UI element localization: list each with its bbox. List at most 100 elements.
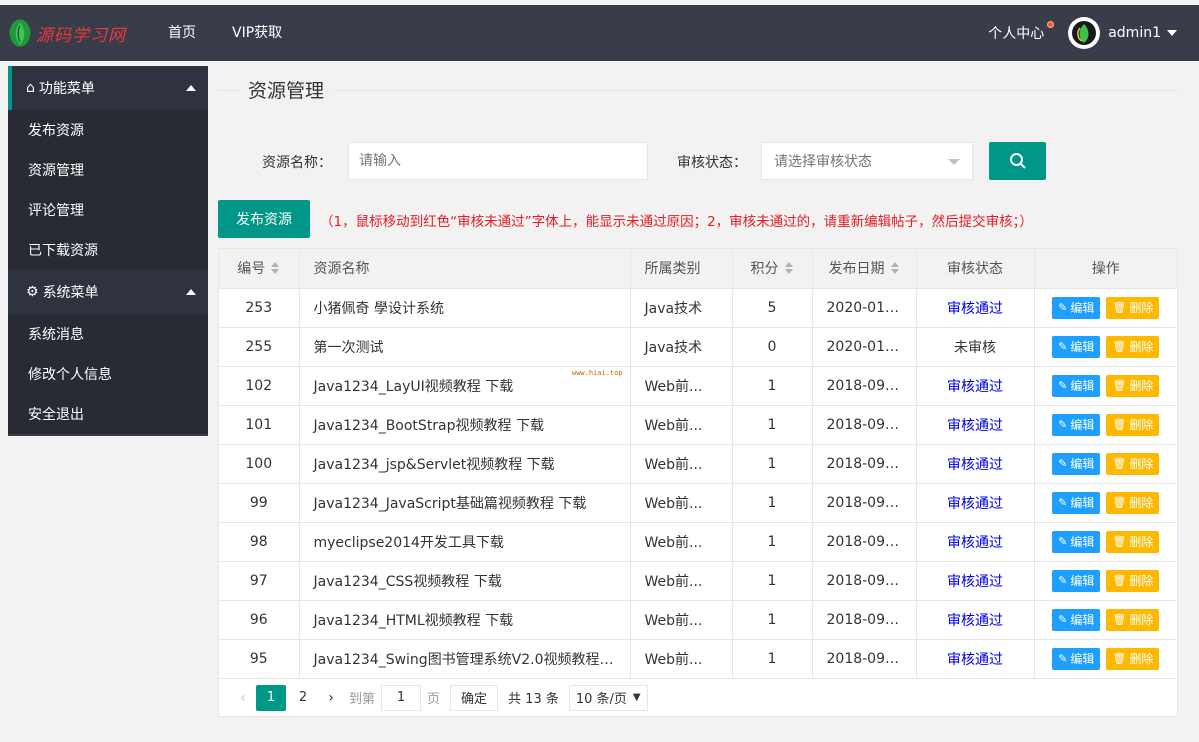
- cell-category: Web前...: [629, 404, 733, 445]
- delete-label: 删除: [1129, 613, 1154, 627]
- pencil-icon: ✎: [1058, 574, 1068, 587]
- edit-button[interactable]: ✎ 编辑: [1052, 335, 1101, 358]
- pencil-icon: ✎: [1058, 340, 1068, 353]
- edit-button[interactable]: ✎ 编辑: [1052, 413, 1101, 436]
- pencil-icon: ✎: [1058, 379, 1068, 392]
- nav-home[interactable]: 首页: [150, 5, 214, 61]
- page-size-select[interactable]: 10 条/页 ▼: [568, 684, 648, 711]
- cell-actions: ✎ 编辑 🗑 删除: [1033, 521, 1177, 562]
- col-header-points[interactable]: 积分: [731, 249, 813, 289]
- cell-name: Java1234_CSS视频教程 下载: [298, 560, 631, 601]
- trash-icon: 🗑: [1112, 574, 1127, 587]
- cell-status: 审核通过: [915, 599, 1035, 640]
- cell-category: Web前...: [629, 638, 733, 679]
- cell-date: 2018-09-11 ...: [811, 521, 917, 562]
- user-center-link[interactable]: 个人中心: [988, 21, 1055, 43]
- table-row: 100 Java1234_jsp&Servlet视频教程 下载 Web前... 1 20…: [219, 443, 1177, 484]
- next-page-icon[interactable]: ›: [319, 690, 343, 706]
- audit-status-label: 审核状态：: [677, 155, 747, 171]
- delete-label: 删除: [1129, 418, 1154, 432]
- delete-label: 删除: [1129, 379, 1154, 393]
- nav-vip[interactable]: VIP获取: [214, 5, 300, 61]
- logo-text: 源码学习网: [36, 25, 126, 46]
- delete-label: 删除: [1129, 652, 1154, 666]
- table-row: 102 Java1234_LayUI视频教程 下载 Web前... 1 2018-09-…: [219, 365, 1177, 406]
- col-header-date[interactable]: 发布日期: [811, 249, 917, 289]
- edit-button[interactable]: ✎ 编辑: [1052, 491, 1101, 514]
- prev-page-icon[interactable]: ‹: [231, 690, 255, 706]
- cell-category: Java技术: [629, 326, 733, 367]
- cell-category: Web前...: [629, 560, 733, 601]
- sidebar-item-publish[interactable]: 发布资源: [8, 110, 208, 150]
- edit-button[interactable]: ✎ 编辑: [1052, 608, 1101, 631]
- sort-icon[interactable]: [890, 262, 900, 275]
- sidebar-item-comment-manage[interactable]: 评论管理: [8, 190, 208, 230]
- resource-name-input[interactable]: [348, 142, 648, 180]
- cell-points: 1: [731, 521, 813, 562]
- sidebar-item-resource-manage[interactable]: 资源管理: [8, 150, 208, 190]
- search-button[interactable]: [989, 142, 1046, 180]
- resource-table: 编号 资源名称 所属类别 积分 发布日期 审核状态 操作 253 小猪佩奇 學设计…: [218, 248, 1178, 680]
- sidebar-item-downloaded[interactable]: 已下载资源: [8, 230, 208, 270]
- delete-button[interactable]: 🗑 删除: [1106, 335, 1160, 358]
- goto-page-input[interactable]: 1: [381, 684, 422, 711]
- edit-button[interactable]: ✎ 编辑: [1052, 374, 1101, 397]
- delete-button[interactable]: 🗑 删除: [1106, 413, 1160, 436]
- top-nav: 首页 VIP获取: [150, 5, 300, 61]
- cell-name: Java1234_Swing图书管理系统V2.0视频教程 ...: [298, 638, 631, 679]
- goto-confirm-button[interactable]: 确定: [450, 684, 499, 711]
- cell-actions: ✎ 编辑 🗑 删除: [1033, 482, 1177, 523]
- sort-icon[interactable]: [784, 262, 794, 275]
- menu-group-function[interactable]: ⌂ 功能菜单: [8, 66, 208, 110]
- cell-points: 1: [731, 482, 813, 523]
- delete-button[interactable]: 🗑 删除: [1106, 374, 1160, 397]
- edit-button[interactable]: ✎ 编辑: [1052, 296, 1101, 319]
- cell-points: 1: [731, 404, 813, 445]
- cell-actions: ✎ 编辑 🗑 删除: [1033, 638, 1177, 679]
- menu-group-system[interactable]: ⚙ 系统菜单: [8, 270, 208, 314]
- delete-label: 删除: [1129, 340, 1154, 354]
- cell-date: 2018-09-11 ...: [811, 404, 917, 445]
- delete-button[interactable]: 🗑 删除: [1106, 647, 1160, 670]
- edit-button[interactable]: ✎ 编辑: [1052, 569, 1101, 592]
- delete-button[interactable]: 🗑 删除: [1106, 530, 1160, 553]
- edit-button[interactable]: ✎ 编辑: [1052, 452, 1101, 475]
- delete-button[interactable]: 🗑 删除: [1106, 296, 1160, 319]
- sidebar-item-logout[interactable]: 安全退出: [8, 394, 208, 434]
- delete-button[interactable]: 🗑 删除: [1106, 608, 1160, 631]
- cell-name: 第一次测试: [298, 326, 631, 367]
- cell-points: 1: [731, 638, 813, 679]
- sidebar-item-profile[interactable]: 修改个人信息: [8, 354, 208, 394]
- cell-date: 2018-09-11 ...: [811, 560, 917, 601]
- sort-icon[interactable]: [271, 262, 280, 275]
- page-title: 资源管理: [248, 80, 325, 102]
- trash-icon: 🗑: [1112, 457, 1127, 470]
- cell-name: Java1234_jsp&Servlet视频教程 下载: [298, 443, 631, 484]
- cell-status: 审核通过: [915, 638, 1035, 679]
- sidebar-item-messages[interactable]: 系统消息: [8, 314, 208, 354]
- chevron-down-icon[interactable]: [1167, 30, 1177, 36]
- menu-group-title: 功能菜单: [38, 81, 95, 97]
- delete-button[interactable]: 🗑 删除: [1106, 452, 1160, 475]
- page-button-1[interactable]: 1: [256, 684, 286, 711]
- delete-button[interactable]: 🗑 删除: [1106, 491, 1160, 514]
- username[interactable]: admin1: [1108, 25, 1161, 41]
- pencil-icon: ✎: [1058, 496, 1068, 509]
- publish-resource-button[interactable]: 发布资源: [218, 200, 310, 238]
- edit-button[interactable]: ✎ 编辑: [1052, 530, 1101, 553]
- audit-status-select[interactable]: 请选择审核状态: [761, 142, 973, 180]
- cell-date: 2018-09-11 ...: [811, 482, 917, 523]
- logo[interactable]: 源码学习网: [8, 13, 126, 53]
- trash-icon: 🗑: [1112, 418, 1127, 431]
- notice-text: （1，鼠标移动到红色“审核未通过”字体上，能显示未通过原因；2，审核未通过的，请…: [320, 214, 1033, 230]
- edit-button[interactable]: ✎ 编辑: [1052, 647, 1101, 670]
- delete-label: 删除: [1129, 535, 1154, 549]
- delete-button[interactable]: 🗑 删除: [1106, 569, 1160, 592]
- cell-actions: ✎ 编辑 🗑 删除: [1033, 404, 1177, 445]
- cell-actions: ✎ 编辑 🗑 删除: [1033, 287, 1177, 328]
- page-button-2[interactable]: 2: [288, 685, 318, 711]
- col-header-id[interactable]: 编号: [219, 249, 300, 289]
- sidebar: ⌂ 功能菜单 发布资源 资源管理 评论管理 已下载资源 ⚙ 系统菜单 系统消息 …: [8, 66, 208, 436]
- cell-date: 2018-09-11 ...: [811, 599, 917, 640]
- avatar[interactable]: [1068, 17, 1101, 49]
